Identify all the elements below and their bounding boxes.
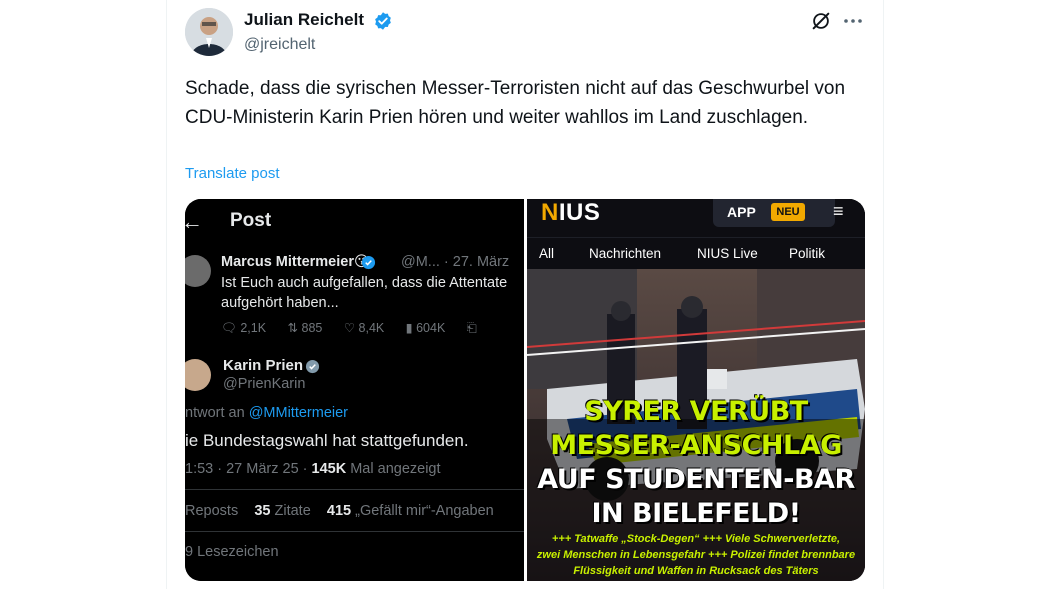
nius-nav-item: NIUS Live <box>697 246 758 261</box>
translate-post-link[interactable]: Translate post <box>185 165 280 182</box>
author-name[interactable]: Julian Reichelt <box>244 10 364 30</box>
reply-count: 2,1K <box>240 321 267 335</box>
quoted-author-name: Marcus Mittermeier😘 <box>221 254 370 270</box>
reply-time: 1:53 · 27 März 25 · <box>185 461 312 477</box>
views-count: 604K <box>416 321 446 335</box>
reply-bookmarks: 9 Lesezeichen <box>185 544 279 560</box>
nius-nav-item: All <box>539 246 555 261</box>
bookmark-icon: ⎗ <box>466 321 477 335</box>
nius-app-label: APP <box>727 204 756 220</box>
author-avatar[interactable] <box>185 8 233 56</box>
reply-meta: 1:53 · 27 März 25 · 145K Mal angezeigt <box>185 461 441 477</box>
reposts-label: Reposts <box>185 503 239 519</box>
nius-nav: All Nachrichten NIUS Live Politik <box>527 237 865 269</box>
quoted-meta: @M... · 27. März <box>401 254 510 270</box>
reply-avatar <box>185 359 211 391</box>
reply-views-count: 145K <box>311 461 347 477</box>
reply-to-mention: @MMittermeier <box>248 405 348 421</box>
quoted-verified-icon <box>361 255 376 275</box>
author-handle[interactable]: @jreichelt <box>244 36 315 54</box>
reply-to-line: ntwort an @MMittermeier <box>185 405 348 421</box>
nius-subheadline: +++ Tatwaffe „Stock-Degen“ +++ Viele Sch… <box>527 531 865 579</box>
headline-line-4: IN BIELEFELD! <box>591 498 801 529</box>
headline-line-1: SYRER VERÜBT <box>584 396 808 427</box>
repost-count: 885 <box>301 321 323 335</box>
subheadline-line-1: +++ Tatwaffe „Stock-Degen“ +++ Viele Sch… <box>551 533 841 545</box>
hamburger-menu-icon: ≡ <box>833 201 844 221</box>
nius-app-button: APP NEU <box>713 199 835 227</box>
likes-label: „Gefällt mir“-Angaben <box>355 503 494 519</box>
like-count: 8,4K <box>358 321 385 335</box>
post-text: Schade, dass die syrischen Messer-Terror… <box>185 78 846 128</box>
screenshot-nius-article: NIUS APP NEU ≡ All Nachrichten NIUS Live… <box>527 199 865 581</box>
quoted-avatar <box>185 255 211 287</box>
likes-count: 415 <box>326 503 352 519</box>
quotes-label: Zitate <box>274 503 311 519</box>
back-arrow-icon: ← <box>185 209 203 234</box>
post-media[interactable]: ← Post Marcus Mittermeier😘 @M... · 27. M… <box>185 199 865 581</box>
headline-line-2: MESSER-ANSCHLAG <box>550 430 842 461</box>
reply-verified-icon <box>305 359 320 379</box>
screenshot-x-post: ← Post Marcus Mittermeier😘 @M... · 27. M… <box>185 199 524 581</box>
reply-stats: Reposts 35 Zitate 415 „Gefällt mir“-Anga… <box>185 503 494 519</box>
views-icon: ▮ 604K <box>405 321 446 335</box>
nius-logo-prefix: N <box>541 199 559 226</box>
nius-logo: NIUS <box>541 199 600 227</box>
nius-headline: SYRER VERÜBT MESSER-ANSCHLAG AUF STUDENT… <box>527 395 865 531</box>
nius-nav-item: Politik <box>789 246 826 261</box>
like-icon: ♡ 8,4K <box>343 321 385 335</box>
screenshot-header-title: Post <box>230 210 272 231</box>
divider <box>185 531 524 532</box>
subheadline-line-2: zwei Menschen in Lebensgefahr +++ Polize… <box>536 549 856 561</box>
reply-icon: 🗨︎ 2,1K <box>221 321 267 335</box>
more-dots-icon[interactable] <box>843 12 863 35</box>
nius-new-badge: NEU <box>771 203 805 221</box>
reply-views-label: Mal angezeigt <box>346 461 441 477</box>
reply-to-prefix: ntwort an <box>185 405 245 421</box>
verified-badge-icon <box>373 11 393 36</box>
subheadline-line-3: Flüssigkeit und Waffen in Rucksack des T… <box>573 565 819 577</box>
quotes-count: 35 <box>254 503 271 519</box>
nius-logo-rest: IUS <box>558 199 601 226</box>
nius-header: NIUS APP NEU ≡ <box>527 199 865 237</box>
reply-author-handle: @PrienKarin <box>223 376 306 392</box>
quoted-action-bar: 🗨︎ 2,1K ⇅ 885 ♡ 8,4K ▮ 604K ⎗ <box>221 320 495 336</box>
divider <box>185 489 524 490</box>
repost-icon: ⇅ 885 <box>287 321 323 335</box>
nius-nav-item: Nachrichten <box>589 246 662 261</box>
headline-line-3: AUF STUDENTEN-BAR <box>537 464 855 495</box>
reply-author-name: Karin Prien <box>223 357 304 374</box>
grok-icon[interactable] <box>810 10 832 37</box>
quoted-text: Ist Euch auch aufgefallen, dass die Atte… <box>221 275 508 311</box>
reply-text: ie Bundestagswahl hat stattgefunden. <box>185 431 469 450</box>
